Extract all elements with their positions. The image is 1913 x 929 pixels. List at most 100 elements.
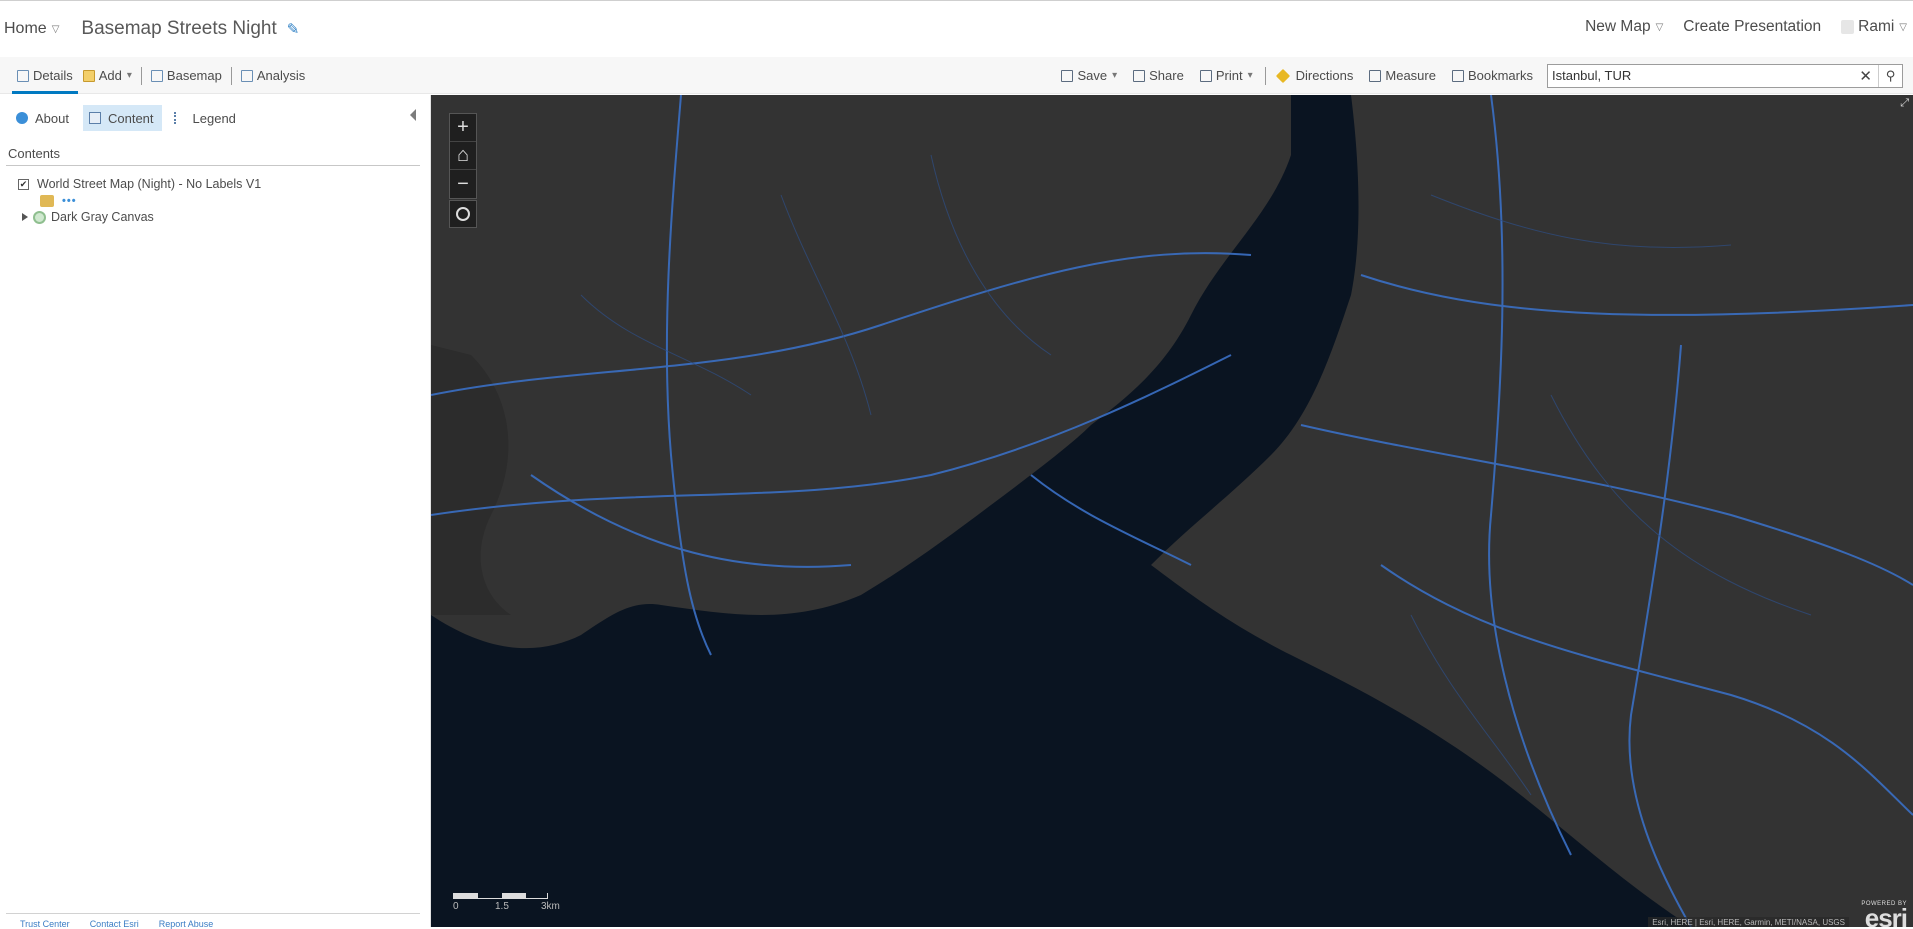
layer-style-icon[interactable] bbox=[40, 195, 54, 207]
share-button[interactable]: Share bbox=[1125, 57, 1192, 94]
contact-esri-link[interactable]: Contact Esri bbox=[90, 919, 139, 929]
save-disk-icon bbox=[1061, 69, 1074, 82]
print-button[interactable]: Print ▾ bbox=[1192, 57, 1261, 94]
layer-visibility-checkbox[interactable]: ✔ bbox=[18, 178, 29, 190]
add-layer-icon bbox=[82, 69, 95, 82]
basemap-canvas bbox=[431, 95, 1913, 927]
measure-label: Measure bbox=[1385, 68, 1436, 83]
expand-arrow-icon[interactable] bbox=[22, 213, 28, 221]
chevron-down-icon: ▾ bbox=[126, 70, 132, 81]
directions-sign-icon bbox=[1275, 68, 1290, 83]
scale-bar: 0 1.5 3km bbox=[453, 893, 563, 913]
save-button[interactable]: Save ▾ bbox=[1053, 57, 1125, 94]
footer-links: Trust Center Contact Esri Report Abuse bbox=[20, 919, 233, 929]
expand-map-icon[interactable]: ⤢ bbox=[1900, 97, 1909, 110]
more-options-icon[interactable]: ••• bbox=[62, 195, 77, 207]
analysis-button[interactable]: Analysis bbox=[236, 57, 310, 94]
layer-tools: ••• bbox=[40, 195, 77, 207]
scale-label: 3km bbox=[541, 901, 560, 912]
details-button[interactable]: Details bbox=[12, 57, 78, 94]
basemap-globe-icon bbox=[33, 210, 46, 224]
layer-item-street-map[interactable]: ✔ World Street Map (Night) - No Labels V… bbox=[18, 177, 261, 191]
details-label: Details bbox=[33, 68, 73, 83]
user-name: Rami bbox=[1858, 18, 1895, 35]
zoom-out-button[interactable]: − bbox=[450, 170, 476, 198]
header-left: Home ▽ Basemap Streets Night ✎ bbox=[4, 18, 299, 40]
chevron-down-icon: ▽ bbox=[1899, 21, 1907, 33]
contents-heading: Contents bbox=[8, 146, 61, 161]
chevron-down-icon: ▽ bbox=[1655, 21, 1664, 33]
location-search-box: ✕ ⚲ bbox=[1547, 63, 1903, 88]
toolbar-right: Save ▾ Share Print ▾ Directions Measure … bbox=[1053, 57, 1913, 94]
toolbar-divider bbox=[1264, 66, 1266, 85]
collapse-panel-icon[interactable] bbox=[410, 109, 416, 121]
zoom-controls: + ⌂ − bbox=[449, 113, 477, 199]
trust-center-link[interactable]: Trust Center bbox=[20, 919, 70, 929]
basemap-label: Basemap bbox=[166, 68, 222, 83]
tab-content[interactable]: Content bbox=[82, 105, 162, 131]
legend-icon bbox=[173, 112, 186, 124]
info-icon bbox=[16, 112, 28, 124]
map-view[interactable]: + ⌂ − ⤢ 0 1.5 3km Esri, HERE | Esri, HER… bbox=[431, 95, 1913, 927]
directions-label: Directions bbox=[1295, 68, 1354, 83]
toolbar-divider bbox=[140, 66, 142, 85]
home-label: Home bbox=[4, 20, 47, 37]
report-abuse-link[interactable]: Report Abuse bbox=[159, 919, 214, 929]
pencil-edit-icon[interactable]: ✎ bbox=[287, 20, 300, 38]
map-title: Basemap Streets Night bbox=[81, 18, 277, 39]
bookmarks-label: Bookmarks bbox=[1467, 68, 1533, 83]
analysis-label: Analysis bbox=[256, 68, 306, 83]
zoom-in-button[interactable]: + bbox=[450, 114, 476, 142]
locate-button[interactable] bbox=[449, 200, 477, 228]
tab-about[interactable]: About bbox=[10, 105, 77, 131]
home-extent-button[interactable]: ⌂ bbox=[450, 142, 476, 170]
user-menu-button[interactable]: Rami ▽ bbox=[1841, 18, 1907, 36]
content-icon bbox=[88, 112, 101, 124]
details-icon bbox=[17, 69, 29, 82]
create-presentation-button[interactable]: Create Presentation bbox=[1683, 18, 1821, 36]
search-icon[interactable]: ⚲ bbox=[1878, 64, 1902, 87]
layer-name: World Street Map (Night) - No Labels V1 bbox=[37, 177, 262, 191]
layer-item-dark-gray-canvas[interactable]: Dark Gray Canvas bbox=[22, 210, 154, 224]
tab-about-label: About bbox=[35, 110, 69, 126]
printer-icon bbox=[1199, 69, 1212, 82]
print-label: Print bbox=[1215, 68, 1243, 83]
tab-content-label: Content bbox=[107, 110, 154, 126]
avatar bbox=[1841, 20, 1855, 34]
add-button[interactable]: Add ▾ bbox=[78, 57, 137, 94]
share-label: Share bbox=[1149, 68, 1184, 83]
divider bbox=[6, 913, 420, 914]
home-icon: ⌂ bbox=[456, 144, 470, 166]
map-toolbar: Details Add ▾ Basemap Analysis Save ▾ Sh… bbox=[0, 57, 1913, 94]
tab-legend[interactable]: Legend bbox=[168, 105, 244, 131]
bookmarks-button[interactable]: Bookmarks bbox=[1444, 57, 1541, 94]
details-sidebar: About Content Legend Contents ✔ World St… bbox=[0, 95, 430, 929]
top-header: Home ▽ Basemap Streets Night ✎ New Map ▽… bbox=[0, 0, 1913, 56]
create-presentation-label: Create Presentation bbox=[1683, 18, 1822, 35]
measure-button[interactable]: Measure bbox=[1361, 57, 1444, 94]
basemap-button[interactable]: Basemap bbox=[146, 57, 227, 94]
chevron-down-icon: ▽ bbox=[51, 23, 60, 35]
land-area bbox=[1151, 95, 1913, 927]
home-menu-button[interactable]: Home ▽ bbox=[4, 20, 59, 38]
close-icon[interactable]: ✕ bbox=[1859, 67, 1872, 85]
add-label: Add bbox=[98, 68, 122, 83]
save-label: Save bbox=[1077, 68, 1108, 83]
toolbar-left: Details Add ▾ Basemap Analysis bbox=[12, 57, 310, 94]
directions-button[interactable]: Directions bbox=[1270, 57, 1362, 94]
basemap-grid-icon bbox=[150, 69, 163, 82]
analysis-icon bbox=[240, 69, 253, 82]
share-link-icon bbox=[1133, 69, 1146, 82]
chevron-down-icon: ▾ bbox=[1112, 70, 1118, 81]
new-map-label: New Map bbox=[1585, 18, 1651, 35]
scale-label: 0 bbox=[453, 901, 459, 912]
esri-logo[interactable]: POWERED BY esri bbox=[1861, 901, 1908, 927]
search-input[interactable] bbox=[1548, 67, 1848, 84]
sidebar-tabs: About Content Legend bbox=[10, 105, 250, 131]
layer-name: Dark Gray Canvas bbox=[51, 210, 154, 224]
new-map-button[interactable]: New Map ▽ bbox=[1585, 18, 1663, 36]
esri-logo-text: esri bbox=[1864, 903, 1908, 927]
map-attribution[interactable]: Esri, HERE | Esri, HERE, Garmin, METI/NA… bbox=[1648, 917, 1849, 927]
chevron-down-icon: ▾ bbox=[1247, 70, 1253, 81]
scale-bar-line bbox=[453, 893, 548, 899]
